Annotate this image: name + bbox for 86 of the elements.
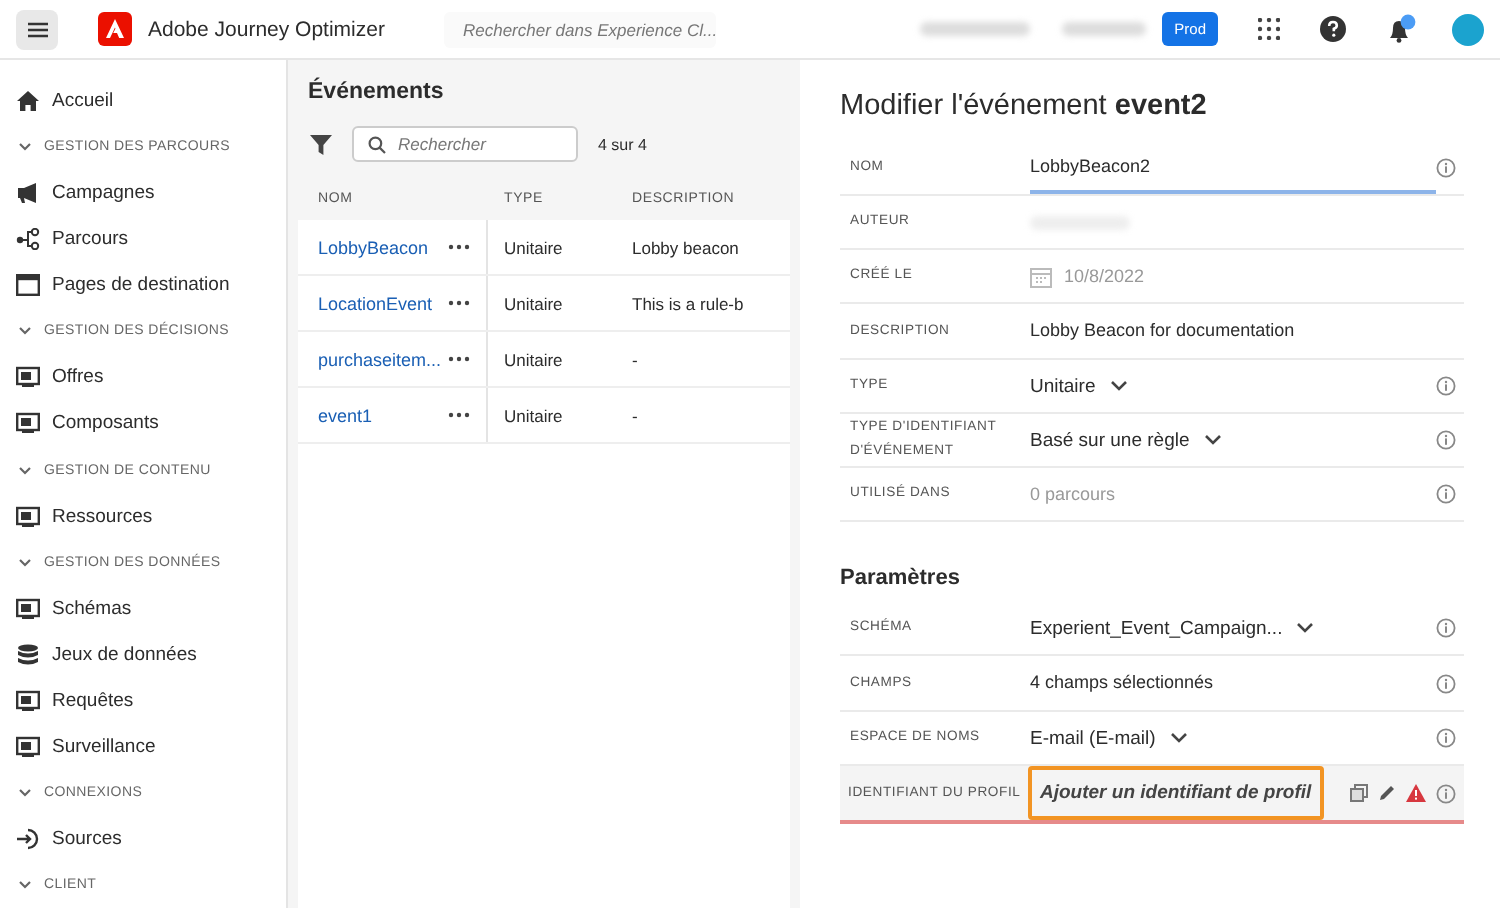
table-cell-text: Unitaire [502, 405, 565, 425]
info-icon[interactable] [1436, 484, 1456, 504]
database-icon [16, 643, 40, 666]
info-icon[interactable] [1436, 673, 1456, 693]
dropdown[interactable]: E-mail (E-mail) [1030, 727, 1188, 749]
info-icon[interactable] [1436, 618, 1456, 638]
chevron-down-icon [1203, 434, 1222, 446]
monitor-icon [16, 735, 40, 758]
sidebar-item[interactable]: Schémas [16, 585, 286, 632]
dropdown[interactable]: Basé sur une règle [1030, 429, 1222, 451]
chevron-down-icon [18, 140, 32, 155]
usage-value: 0 parcours [1030, 484, 1116, 504]
info-icon[interactable] [1436, 376, 1456, 396]
logo-icon [98, 12, 132, 46]
info-icon[interactable] [1436, 157, 1456, 177]
bell-icon[interactable] [1386, 14, 1416, 44]
section-title: Paramètres [840, 566, 962, 590]
editor-title: Modifier l'événement event2 [840, 90, 1209, 122]
dropdown[interactable]: Unitaire [1030, 375, 1128, 397]
chevron-down-icon [1296, 622, 1315, 634]
help-icon[interactable] [1320, 16, 1346, 42]
pencil-icon[interactable] [1378, 784, 1396, 802]
date-value: 10/8/2022 [1064, 266, 1145, 286]
more-icon[interactable] [448, 244, 470, 250]
table-cell-text: Unitaire [502, 349, 565, 369]
chevron-down-icon [1169, 732, 1188, 744]
chevron-down-icon [18, 785, 32, 800]
browser-window-icon [16, 274, 40, 297]
chevron-down-icon [1109, 380, 1128, 392]
sign-in-arrow-icon [16, 828, 40, 851]
search-field[interactable]: Rechercher [352, 126, 578, 162]
table-cell-text: - [630, 405, 640, 425]
table-cell-text: Unitaire [502, 237, 565, 257]
chevron-down-icon [18, 324, 32, 339]
sidebar-item[interactable]: Ressources [16, 493, 286, 540]
table-cell-text: Lobby beacon [630, 237, 741, 257]
more-icon[interactable] [448, 356, 470, 362]
event-name-link[interactable]: LobbyBeacon [318, 237, 429, 257]
calendar-icon [1030, 265, 1052, 287]
chevron-down-icon [18, 555, 32, 570]
chevron-down-icon [18, 463, 32, 478]
sidebar-item[interactable]: Surveillance [16, 723, 286, 770]
text-field[interactable]: Lobby Beacon for documentation [1030, 304, 1456, 358]
filter-icon[interactable] [310, 133, 332, 155]
sidebar-item[interactable]: Offres [16, 354, 286, 401]
search-placeholder: Rechercher [398, 134, 486, 154]
info-icon[interactable] [1436, 430, 1456, 450]
flow-icon [16, 228, 40, 251]
event-name-link[interactable]: LocationEvent [318, 293, 433, 313]
copy-icon[interactable] [1350, 784, 1368, 802]
dropdown[interactable]: Experient_Event_Campaign... [1030, 617, 1315, 639]
sidebar-item[interactable]: Accueil [16, 78, 286, 125]
result-count: 4 sur 4 [598, 135, 647, 153]
menu-button[interactable] [16, 9, 58, 49]
sidebar-item[interactable]: Composants [16, 400, 286, 447]
more-icon[interactable] [448, 300, 470, 306]
table-cell-text: This is a rule-b [630, 293, 746, 313]
sidebar-item[interactable]: Pages de destination [16, 262, 286, 309]
menu-icon [27, 21, 47, 37]
sidebar-item[interactable]: Sources [16, 816, 286, 863]
text-field[interactable]: 4 champs sélectionnés [1030, 656, 1436, 710]
search-placeholder: Rechercher dans Experience Cl... [462, 19, 718, 39]
more-icon[interactable] [448, 412, 470, 418]
sidebar-item[interactable]: Parcours [16, 216, 286, 263]
app-name: Adobe Journey Optimizer [148, 17, 385, 41]
table-cell-text: Unitaire [502, 293, 565, 313]
sidebar-item[interactable]: Campagnes [16, 170, 286, 217]
avatar[interactable] [1452, 13, 1484, 45]
search-icon [368, 135, 386, 153]
sidebar-item[interactable]: Requêtes [16, 677, 286, 724]
info-icon[interactable] [1436, 783, 1456, 803]
panel-title: Événements [308, 80, 446, 104]
global-search-field[interactable]: Rechercher dans Experience Cl... [444, 11, 717, 47]
text-field[interactable]: LobbyBeacon2 [1030, 140, 1436, 194]
blurred-org-name [920, 22, 1031, 36]
event-name-link[interactable]: event1 [318, 405, 373, 425]
megaphone-icon [16, 182, 40, 205]
blurred-sandbox-name [1062, 22, 1147, 36]
table-cell-text: - [630, 349, 640, 369]
chevron-down-icon [18, 878, 32, 893]
sidebar-item[interactable]: Jeux de données [16, 631, 286, 678]
event-name-link[interactable]: purchaseitem... [318, 349, 442, 369]
home-icon [16, 90, 40, 113]
profile-id-field[interactable]: Ajouter un identifiant de profil [1028, 766, 1324, 820]
info-icon[interactable] [1436, 728, 1456, 748]
apps-grid-icon[interactable] [1258, 18, 1280, 40]
